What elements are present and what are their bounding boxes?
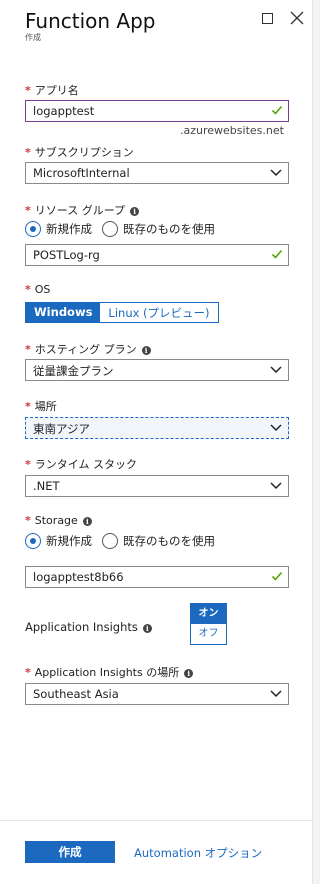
radio-existing[interactable] (102, 221, 118, 237)
subscription-select[interactable]: MicrosoftInternal (25, 162, 289, 184)
storage-label: * Storage i (25, 514, 92, 527)
os-windows-option[interactable]: Windows (26, 303, 101, 322)
info-icon[interactable]: i (184, 669, 194, 678)
app-name-input[interactable]: logapptest (25, 100, 289, 122)
create-button[interactable]: 作成 (25, 841, 115, 863)
automation-options-link[interactable]: Automation オプション (134, 845, 262, 861)
info-icon[interactable]: i (82, 517, 92, 526)
resource-group-label: * リソース グループ i (25, 202, 140, 218)
radio-new[interactable] (25, 533, 41, 549)
app-insights-label: Application Insights i (25, 620, 152, 634)
runtime-label: * ランタイム スタック (25, 458, 138, 471)
app-insights-off-option[interactable]: オフ (191, 624, 226, 644)
radio-existing[interactable] (102, 533, 118, 549)
radio-existing-label[interactable]: 既存のものを使用 (123, 533, 215, 549)
checkmark-icon (271, 571, 283, 581)
domain-suffix: .azurewebsites.net (180, 124, 284, 137)
app-insights-location-select[interactable]: Southeast Asia (25, 683, 289, 705)
subscription-label: * サブスクリプション (25, 146, 134, 159)
radio-new-label[interactable]: 新規作成 (46, 533, 92, 549)
app-insights-toggle: オン オフ (190, 603, 227, 645)
location-label: * 場所 (25, 400, 57, 413)
info-icon[interactable]: i (141, 346, 151, 355)
chevron-down-icon (270, 366, 282, 374)
resource-group-radio-group: 新規作成 既存のものを使用 (25, 220, 215, 238)
location-select[interactable]: 東南アジア (25, 417, 289, 439)
maximize-icon[interactable] (262, 13, 273, 24)
app-name-label: * アプリ名 (25, 84, 79, 97)
chevron-down-icon (270, 424, 282, 432)
runtime-select[interactable]: .NET (25, 475, 289, 497)
blade-subtitle: 作成 (25, 33, 41, 42)
radio-existing-label[interactable]: 既存のものを使用 (123, 221, 215, 237)
os-label: * OS (25, 283, 51, 296)
app-insights-on-option[interactable]: オン (191, 604, 226, 624)
checkmark-icon (271, 249, 283, 259)
info-icon[interactable]: i (130, 207, 140, 216)
app-insights-location-label: * Application Insights の場所 i (25, 664, 194, 680)
storage-radio-group: 新規作成 既存のものを使用 (25, 532, 215, 550)
blade-title: Function App (25, 9, 156, 33)
radio-new[interactable] (25, 221, 41, 237)
hosting-plan-label: * ホスティング プラン i (25, 341, 151, 357)
footer-divider (0, 820, 313, 821)
info-icon[interactable]: i (142, 624, 152, 633)
os-segmented-control: Windows Linux (プレビュー) (25, 302, 219, 323)
close-icon[interactable] (290, 11, 304, 25)
checkmark-icon (271, 105, 283, 115)
os-linux-option[interactable]: Linux (プレビュー) (100, 303, 218, 322)
radio-new-label[interactable]: 新規作成 (46, 221, 92, 237)
chevron-down-icon (270, 482, 282, 490)
storage-input[interactable]: logapptest8b66 (25, 566, 289, 588)
chevron-down-icon (270, 169, 282, 177)
hosting-plan-select[interactable]: 従量課金プラン (25, 359, 289, 381)
chevron-down-icon (270, 690, 282, 698)
function-app-blade: Function App 作成 * アプリ名 logapptest .azurew… (0, 0, 313, 884)
resource-group-input[interactable]: POSTLog-rg (25, 244, 289, 266)
